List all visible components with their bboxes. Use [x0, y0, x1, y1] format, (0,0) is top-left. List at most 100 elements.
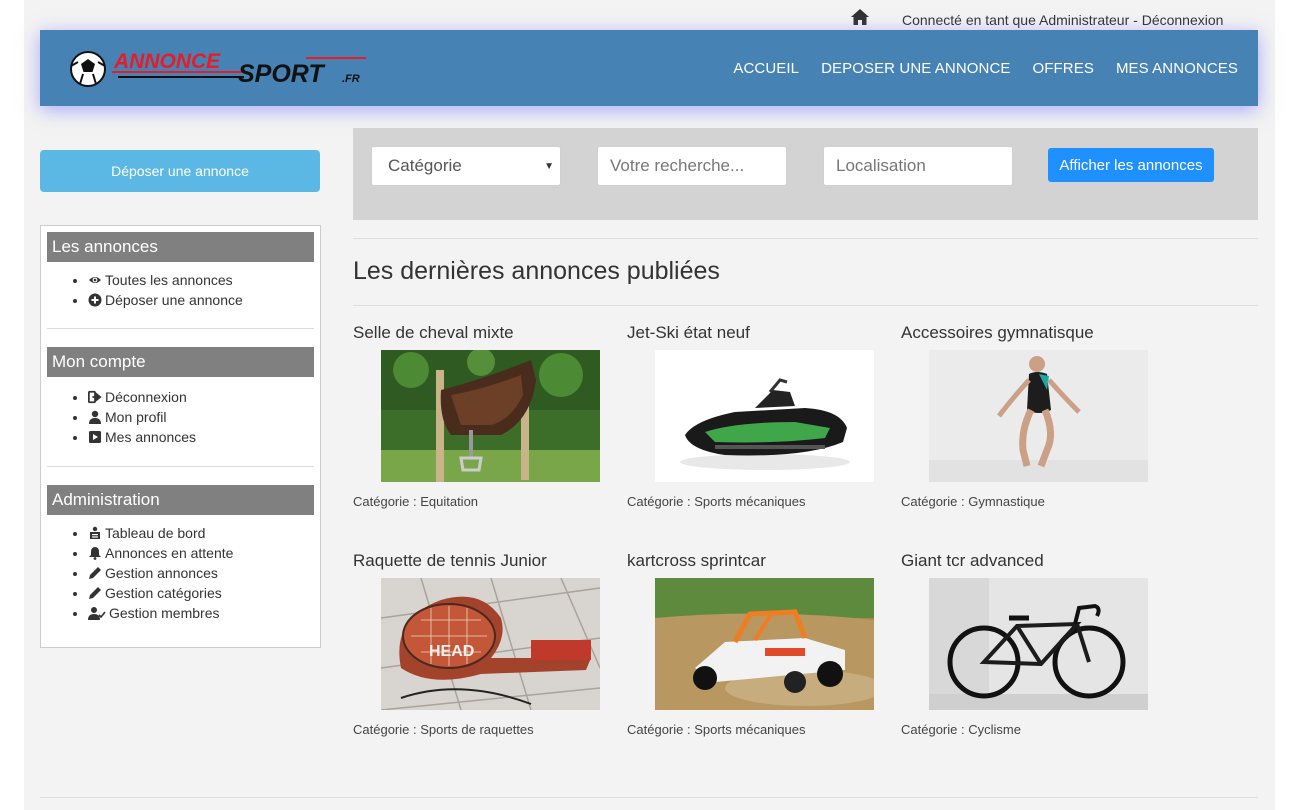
top-bar: Connecté en tant que Administrateur - Dé… — [24, 0, 1275, 30]
divider — [353, 305, 1258, 306]
sidebar-item-label[interactable]: Gestion catégories — [105, 585, 222, 601]
bell-icon — [89, 547, 101, 560]
logo-word-sport: SPORT — [238, 60, 326, 88]
sidebar-item-pending[interactable]: Annonces en attente — [88, 543, 314, 563]
category-prefix: Catégorie : — [353, 494, 421, 509]
category-select-value: Catégorie — [388, 156, 462, 175]
category-value: Cyclisme — [968, 722, 1021, 737]
sidebar-section-title: Les annonces — [47, 232, 314, 262]
ad-title[interactable]: Accessoires gymnatisque — [901, 323, 1151, 343]
deposit-ad-button[interactable]: Déposer une annonce — [40, 150, 320, 192]
sidebar-section-admin: Administration Tableau de bord Annonces … — [47, 485, 314, 623]
sidebar-item-deposit[interactable]: Déposer une annonce — [88, 290, 314, 310]
ad-category: Catégorie : Cyclisme — [901, 722, 1021, 737]
footer-divider — [40, 797, 1258, 798]
login-status: Connecté en tant que Administrateur - Dé… — [902, 12, 1223, 28]
sidebar-item-label[interactable]: Annonces en attente — [105, 545, 233, 561]
ad-card[interactable]: Giant tcr advanced Catégorie : Cyclisme — [901, 551, 1151, 737]
main-navbar: ANNONCE SPORT .FR ACCUEIL DEPOSER UNE AN… — [40, 30, 1258, 106]
login-status-text: Connecté en tant que Administrateur - — [902, 12, 1142, 28]
ad-category: Catégorie : Gymnastique — [901, 494, 1045, 509]
ad-category: Catégorie : Sports mécaniques — [627, 722, 805, 737]
sidebar-item-label[interactable]: Tableau de bord — [105, 525, 205, 541]
ad-title[interactable]: Giant tcr advanced — [901, 551, 1151, 571]
sidebar-divider — [47, 328, 314, 329]
tennis-racket-photo[interactable]: HEAD — [381, 578, 600, 710]
logo-suffix: .FR — [342, 73, 360, 85]
logout-icon — [88, 390, 102, 404]
kartcross-photo[interactable] — [655, 578, 874, 710]
category-value: Equitation — [420, 494, 479, 509]
category-prefix: Catégorie : — [353, 722, 421, 737]
sidebar-item-label[interactable]: Déposer une annonce — [105, 292, 243, 308]
logout-link[interactable]: Déconnexion — [1142, 12, 1224, 28]
ad-card[interactable]: Jet-Ski état neuf Catégorie : Sports méc… — [627, 323, 877, 509]
sidebar-section-annonces: Les annonces Toutes les annonces Déposer… — [47, 232, 314, 310]
location-input[interactable] — [823, 146, 1013, 186]
ad-card[interactable]: Accessoires gymnatisque Catégorie : Gymn… — [901, 323, 1151, 509]
sidebar-item-label[interactable]: Mon profil — [105, 409, 166, 425]
nav-accueil[interactable]: ACCUEIL — [733, 60, 799, 77]
page: Connecté en tant que Administrateur - Dé… — [24, 0, 1275, 810]
ad-title[interactable]: Raquette de tennis Junior — [353, 551, 603, 571]
sidebar-divider — [47, 466, 314, 467]
ad-card[interactable]: Raquette de tennis Junior HEAD Catégorie… — [353, 551, 603, 737]
sidebar-section-title: Mon compte — [47, 347, 314, 377]
sidebar-item-manage-categories[interactable]: Gestion catégories — [88, 583, 314, 603]
sidebar-item-dashboard[interactable]: Tableau de bord — [88, 523, 314, 543]
category-prefix: Catégorie : — [627, 494, 695, 509]
sidebar-item-manage-ads[interactable]: Gestion annonces — [88, 563, 314, 583]
nav-deposer-annonce[interactable]: DEPOSER UNE ANNONCE — [821, 60, 1010, 77]
category-value: Sports de raquettes — [420, 722, 534, 737]
category-prefix: Catégorie : — [901, 722, 969, 737]
sidebar-section-title: Administration — [47, 485, 314, 515]
ad-card[interactable]: Selle de cheval mixte Catégorie : Equita… — [353, 323, 603, 509]
ad-card[interactable]: kartcross sprintcar Catégorie : Sports m… — [627, 551, 877, 737]
category-value: Gymnastique — [968, 494, 1045, 509]
ad-category: Catégorie : Sports de raquettes — [353, 722, 534, 737]
jetski-photo[interactable] — [655, 350, 874, 482]
dropdown-arrow-icon: ▼ — [544, 160, 554, 172]
category-value: Sports mécaniques — [694, 722, 806, 737]
play-square-icon — [89, 431, 101, 443]
user-icon — [89, 410, 101, 424]
category-prefix: Catégorie : — [901, 494, 969, 509]
road-bike-photo[interactable] — [929, 578, 1148, 710]
sidebar-item-label[interactable]: Gestion annonces — [105, 565, 218, 581]
sidebar-section-account: Mon compte Déconnexion Mon profil Mes an… — [47, 347, 314, 447]
ad-category: Catégorie : Sports mécaniques — [627, 494, 805, 509]
sidebar-item-label[interactable]: Toutes les annonces — [105, 272, 233, 288]
site-logo[interactable]: ANNONCE SPORT .FR — [66, 44, 366, 94]
search-bar: Catégorie ▼ Afficher les annonces — [353, 128, 1258, 220]
sidebar-item-profile[interactable]: Mon profil — [88, 407, 314, 427]
gymnast-photo[interactable] — [929, 350, 1148, 482]
sidebar-item-manage-members[interactable]: Gestion membres — [88, 603, 314, 623]
ad-title[interactable]: Selle de cheval mixte — [353, 323, 603, 343]
dashboard-icon — [90, 526, 100, 539]
plus-circle-icon — [88, 293, 102, 307]
ad-title[interactable]: kartcross sprintcar — [627, 551, 877, 571]
ad-title[interactable]: Jet-Ski état neuf — [627, 323, 877, 343]
sidebar-item-my-ads[interactable]: Mes annonces — [88, 427, 314, 447]
sidebar-item-all-ads[interactable]: Toutes les annonces — [88, 270, 314, 290]
divider — [353, 238, 1258, 239]
logo-word-annonce: ANNONCE — [113, 50, 221, 73]
sidebar-item-label[interactable]: Gestion membres — [109, 605, 219, 621]
ad-category: Catégorie : Equitation — [353, 494, 478, 509]
saddle-photo[interactable] — [381, 350, 600, 482]
category-select[interactable]: Catégorie ▼ — [371, 146, 561, 186]
listing-heading: Les dernières annonces publiées — [353, 257, 720, 285]
sidebar-item-label[interactable]: Mes annonces — [105, 429, 196, 445]
home-icon[interactable] — [850, 8, 870, 26]
sidebar-item-label[interactable]: Déconnexion — [105, 389, 187, 405]
search-input[interactable] — [597, 146, 787, 186]
sidebar-item-logout[interactable]: Déconnexion — [88, 387, 314, 407]
sidebar-panel: Les annonces Toutes les annonces Déposer… — [40, 225, 321, 648]
nav-menu: ACCUEIL DEPOSER UNE ANNONCE OFFRES MES A… — [733, 60, 1238, 77]
user-check-icon — [88, 607, 106, 620]
category-value: Sports mécaniques — [694, 494, 806, 509]
racket-brand-text: HEAD — [429, 643, 474, 660]
nav-mes-annonces[interactable]: MES ANNONCES — [1116, 60, 1238, 77]
show-ads-button[interactable]: Afficher les annonces — [1048, 148, 1214, 182]
nav-offres[interactable]: OFFRES — [1033, 60, 1094, 77]
